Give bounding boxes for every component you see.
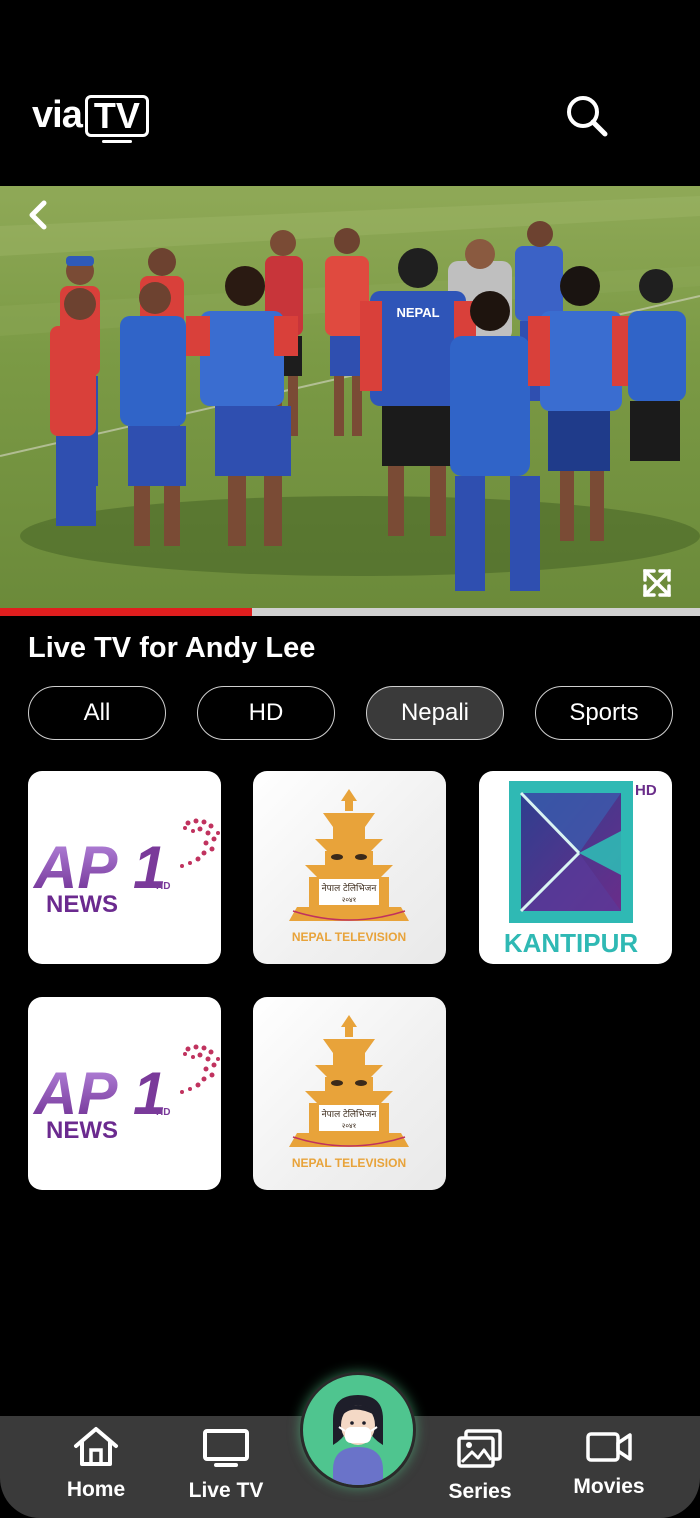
svg-text:HD: HD	[156, 1107, 170, 1118]
top-bar: via TV	[0, 0, 700, 186]
nepal-television-logo: नेपाल टेलिभिजन २०४१ NEPAL TELEVISION	[289, 789, 409, 944]
app-screen: via TV NEPAL Live TV for Andy Lee All HD…	[0, 0, 700, 1518]
fullscreen-button[interactable]	[640, 566, 674, 600]
section-title: Live TV for Andy Lee	[28, 632, 316, 664]
video-progress-fill	[0, 608, 252, 616]
tv-icon	[203, 1429, 249, 1467]
channel-card-nepal-television[interactable]: नेपाल टेलिभिजन २०४१ NEPAL TELEVISION	[253, 997, 446, 1190]
nav-item-home[interactable]: Home	[36, 1416, 156, 1518]
svg-text:२०४१: २०४१	[342, 1122, 357, 1130]
search-icon	[567, 96, 608, 137]
filter-chip-all[interactable]: All	[28, 686, 166, 740]
nav-label-movies: Movies	[573, 1475, 645, 1498]
filter-chip-sports[interactable]: Sports	[535, 686, 673, 740]
svg-text:नेपाल टेलिभिजन: नेपाल टेलिभिजन	[322, 882, 378, 894]
svg-text:NEPAL TELEVISION: NEPAL TELEVISION	[292, 1156, 406, 1170]
nav-label-home: Home	[66, 1478, 126, 1501]
profile-avatar-button[interactable]	[300, 1372, 416, 1488]
nepal-television-logo: नेपाल टेलिभिजन २०४१ NEPAL TELEVISION	[289, 1015, 409, 1170]
video-camera-icon	[586, 1432, 632, 1462]
images-icon	[457, 1429, 502, 1468]
channel-card-ap1-news[interactable]: AP 1 HD NEWS	[28, 771, 221, 964]
kantipur-hd-logo: HD KANTIPUR	[504, 781, 657, 958]
svg-text:NEPAL: NEPAL	[396, 305, 439, 320]
nav-item-live-tv[interactable]: Live TV	[166, 1416, 286, 1518]
chevron-left-icon	[29, 200, 47, 230]
svg-text:२०४१: २०४१	[342, 896, 357, 904]
svg-text:NEWS: NEWS	[46, 1117, 118, 1144]
avatar-icon	[333, 1395, 383, 1485]
channel-card-nepal-television[interactable]: नेपाल टेलिभिजन २०४१ NEPAL TELEVISION	[253, 771, 446, 964]
search-button[interactable]	[563, 92, 613, 142]
nav-item-series[interactable]: Series	[420, 1416, 540, 1518]
svg-text:KANTIPUR: KANTIPUR	[504, 928, 639, 958]
video-frame-cricket-team: NEPAL	[0, 186, 700, 610]
ap1-news-logo: AP 1 HD NEWS	[32, 818, 220, 918]
viatv-logo[interactable]: via TV	[32, 94, 149, 143]
nav-label-live-tv: Live TV	[188, 1479, 264, 1502]
fullscreen-icon	[643, 569, 671, 597]
filter-chips: All HD Nepali Sports	[28, 686, 673, 740]
svg-text:HD: HD	[156, 881, 170, 892]
logo-via-text: via	[32, 94, 83, 136]
back-button[interactable]	[22, 198, 56, 232]
filter-chip-nepali[interactable]: Nepali	[366, 686, 504, 740]
logo-tv-text: TV	[84, 94, 149, 143]
svg-text:नेपाल टेलिभिजन: नेपाल टेलिभिजन	[322, 1108, 378, 1120]
channel-card-ap1-news[interactable]: AP 1 HD NEWS	[28, 997, 221, 1190]
svg-text:HD: HD	[635, 782, 657, 799]
video-player[interactable]: NEPAL	[0, 186, 700, 610]
svg-text:NEPAL TELEVISION: NEPAL TELEVISION	[292, 930, 406, 944]
filter-chip-hd[interactable]: HD	[197, 686, 335, 740]
home-icon	[74, 1427, 118, 1466]
nav-label-series: Series	[448, 1480, 512, 1503]
video-progress-bar[interactable]	[0, 608, 700, 616]
nav-item-movies[interactable]: Movies	[549, 1416, 669, 1518]
channel-card-kantipur-hd[interactable]: HD KANTIPUR	[479, 771, 672, 964]
svg-text:NEWS: NEWS	[46, 891, 118, 918]
ap1-news-logo: AP 1 HD NEWS	[32, 1044, 220, 1144]
